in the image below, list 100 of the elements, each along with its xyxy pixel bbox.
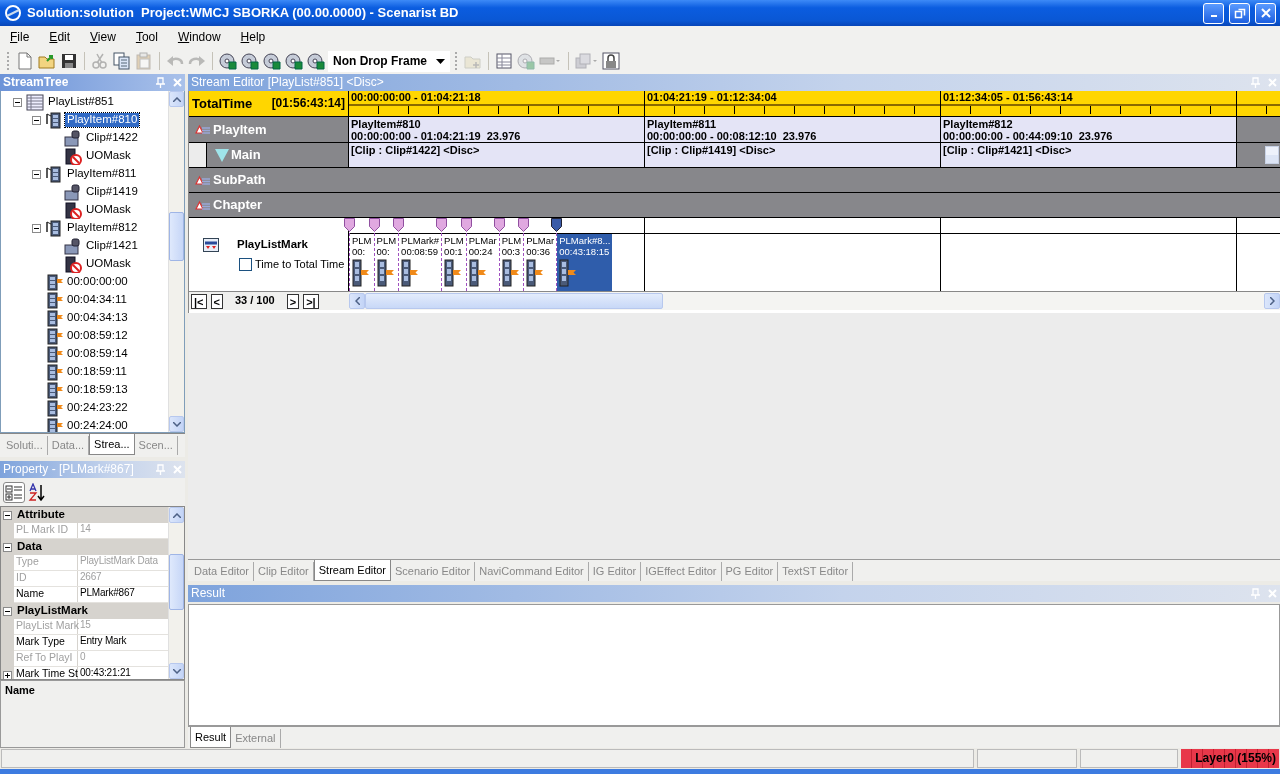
- collapse-icon[interactable]: [13, 97, 22, 107]
- tree-item[interactable]: Clip#1419: [84, 185, 140, 199]
- playlist-mark[interactable]: PLM 00:1: [442, 234, 466, 291]
- scroll-thumb[interactable]: [169, 212, 184, 262]
- menu-item[interactable]: View: [82, 28, 124, 46]
- tree-item[interactable]: 00:18:59:13: [65, 383, 130, 397]
- camera-icon: [64, 129, 82, 147]
- last-page-button[interactable]: >|: [303, 294, 319, 309]
- copy-icon[interactable]: [112, 51, 132, 71]
- tab[interactable]: Strea...: [89, 434, 135, 456]
- collapse-icon[interactable]: [32, 223, 41, 233]
- playlist-mark[interactable]: PLMark# 00:08:59: [399, 234, 442, 291]
- scroll-thumb[interactable]: [169, 553, 184, 610]
- close-icon[interactable]: [1255, 2, 1276, 24]
- caret-icon: [436, 58, 445, 64]
- tree-item[interactable]: 00:18:59:11: [65, 365, 129, 379]
- tree-item[interactable]: 00:24:24:00: [65, 419, 130, 432]
- dropdown-value: Non Drop Frame: [333, 53, 427, 69]
- mark-time: 00:36: [526, 246, 550, 257]
- tree-item[interactable]: UOMask: [84, 257, 133, 271]
- property-value[interactable]: Entry Mark: [78, 635, 168, 650]
- tab[interactable]: Result: [190, 727, 232, 749]
- marker-pin-icon[interactable]: [460, 218, 472, 232]
- category-label: PlayListMark: [16, 604, 88, 618]
- sort-icon[interactable]: [27, 482, 47, 502]
- film-flag-icon: [45, 363, 63, 381]
- playlist-mark[interactable]: PLMar 00:36: [524, 234, 557, 291]
- restore-icon[interactable]: [1229, 2, 1250, 24]
- property-name: ID: [14, 571, 78, 586]
- tree-item[interactable]: UOMask: [84, 203, 133, 217]
- marker-pin-icon[interactable]: [493, 218, 505, 232]
- tree-item[interactable]: PlayItem#811: [65, 167, 139, 181]
- tree-item[interactable]: UOMask: [84, 149, 133, 163]
- playlist-mark[interactable]: PLMar 00:24: [466, 234, 499, 291]
- tree-item[interactable]: 00:04:34:11: [65, 293, 129, 307]
- scroll-thumb[interactable]: [365, 293, 663, 309]
- menu-item[interactable]: File: [2, 28, 38, 46]
- tree-item[interactable]: 00:04:34:13: [65, 311, 130, 325]
- panel-title: Stream Editor [PlayList#851] <Disc>: [191, 75, 385, 90]
- marker-pin-icon[interactable]: [436, 218, 448, 232]
- collapse-icon[interactable]: [32, 115, 41, 125]
- category-row[interactable]: Attribute: [1, 507, 168, 523]
- marker-pin-icon[interactable]: [518, 218, 530, 232]
- scrollbar[interactable]: [168, 507, 184, 679]
- mark-name: PLM: [501, 235, 522, 246]
- disc-icon[interactable]: [240, 51, 260, 71]
- playlist-mark[interactable]: PLM 00:: [374, 234, 399, 291]
- property-value[interactable]: PLMark#867: [78, 587, 168, 602]
- next-page-button[interactable]: >: [286, 294, 300, 309]
- new-file-icon[interactable]: [15, 51, 35, 71]
- first-page-button[interactable]: |<: [191, 294, 207, 309]
- playitem-name: PlayItem#810: [350, 118, 422, 130]
- down-triangle-icon[interactable]: [215, 148, 229, 162]
- category-row[interactable]: Data: [1, 539, 168, 555]
- tree-item[interactable]: 00:00:00:00: [65, 275, 130, 289]
- collapse-icon[interactable]: [32, 169, 41, 179]
- previous-page-button[interactable]: <: [210, 294, 223, 309]
- tree-item[interactable]: 00:08:59:12: [65, 329, 130, 343]
- scrollbar[interactable]: [168, 91, 184, 432]
- menu-item[interactable]: Edit: [41, 28, 79, 46]
- tree-item[interactable]: Clip#1421: [84, 239, 140, 253]
- playlist-mark[interactable]: PLMark#8... 00:43:18:15: [557, 234, 613, 291]
- marker-pin-icon[interactable]: [368, 218, 380, 232]
- tree-item[interactable]: PlayItem#812: [65, 221, 140, 235]
- marker-pin-icon[interactable]: [551, 218, 563, 232]
- lock-icon[interactable]: [601, 51, 621, 71]
- table-icon[interactable]: [494, 51, 514, 71]
- save-icon[interactable]: [59, 51, 79, 71]
- checkbox[interactable]: Time to Total Time: [239, 257, 345, 272]
- film-flag-icon: [352, 259, 369, 287]
- tab[interactable]: Stream Editor: [313, 560, 392, 582]
- tree-item[interactable]: 00:08:59:14: [65, 347, 130, 361]
- tree-item[interactable]: 00:24:23:22: [65, 401, 130, 415]
- page-counter: 33 / 100: [234, 294, 275, 308]
- property-value[interactable]: 00:43:21:21: [78, 667, 168, 679]
- playlist-mark[interactable]: PLM 00:3: [499, 234, 524, 291]
- menu-item[interactable]: Help: [232, 28, 274, 46]
- track-label: Main: [231, 147, 261, 163]
- marker-pin-icon[interactable]: [393, 218, 405, 232]
- menu-item[interactable]: Window: [169, 28, 229, 46]
- property-name: Ref To PlayI: [14, 651, 78, 666]
- timecode-dropdown[interactable]: Non Drop Frame: [328, 50, 450, 72]
- disc-icon[interactable]: [262, 51, 282, 71]
- tree-item[interactable]: PlayList#851: [46, 95, 116, 109]
- layer-indicator: Layer0 (155%): [1181, 749, 1279, 768]
- playlist-mark[interactable]: PLM 00:: [350, 234, 374, 291]
- tree-item[interactable]: Clip#1422: [84, 131, 140, 145]
- categorized-icon[interactable]: [3, 481, 25, 503]
- disc-icon[interactable]: [284, 51, 304, 71]
- minimize-icon[interactable]: [1203, 2, 1224, 24]
- panel-title: Result: [191, 586, 226, 601]
- marker-pin-icon[interactable]: [344, 218, 355, 232]
- disc-icon[interactable]: [306, 51, 326, 71]
- property-row[interactable]: Mark Type Entry Mark: [1, 635, 168, 651]
- time-range: 01:12:34:05 - 01:56:43:14: [942, 91, 1074, 104]
- tree-item[interactable]: PlayItem#810: [65, 113, 140, 127]
- category-row[interactable]: PlayListMark: [1, 603, 168, 619]
- film-flag-icon: [45, 291, 63, 309]
- menu-item[interactable]: Tool: [127, 28, 166, 46]
- disc-icon[interactable]: [218, 51, 238, 71]
